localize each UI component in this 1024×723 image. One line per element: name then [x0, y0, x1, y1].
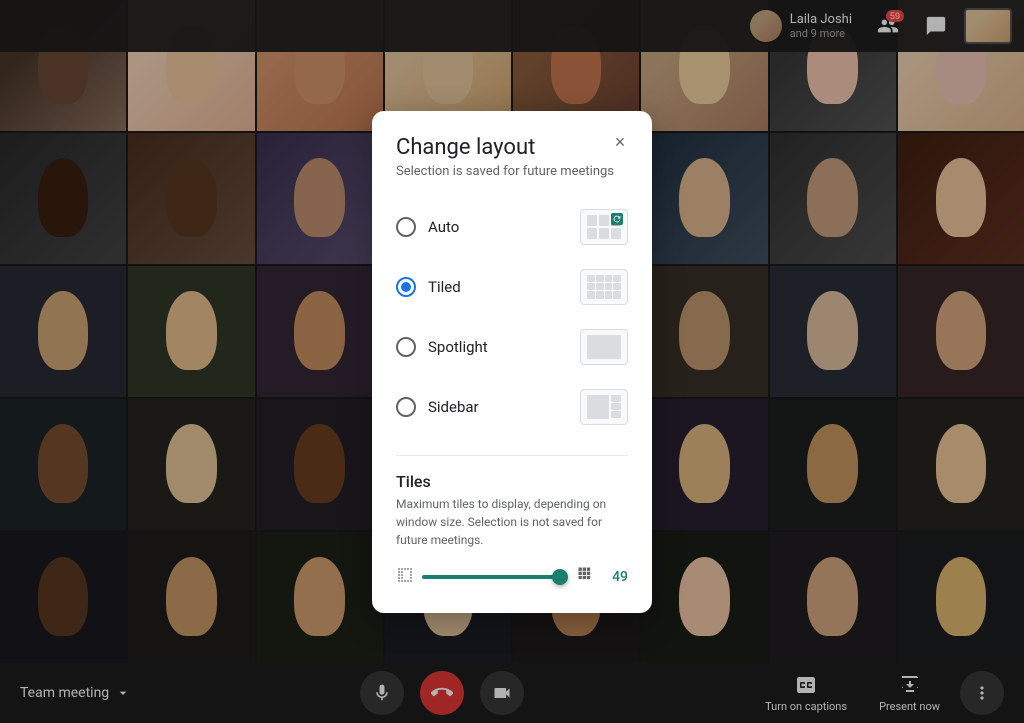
layout-label-tiled: Tiled: [428, 278, 461, 296]
radio-sidebar[interactable]: [396, 397, 416, 417]
change-layout-modal: Change layout Selection is saved for fut…: [372, 111, 652, 613]
radio-spotlight[interactable]: [396, 337, 416, 357]
tiles-value: 49: [604, 569, 628, 585]
layout-label-sidebar: Sidebar: [428, 398, 479, 416]
layout-option-sidebar[interactable]: Sidebar: [396, 379, 628, 435]
slider-row: 49: [396, 565, 628, 589]
layout-label-auto: Auto: [428, 218, 459, 236]
layout-option-spotlight[interactable]: Spotlight: [396, 319, 628, 375]
modal-subtitle: Selection is saved for future meetings: [396, 164, 628, 179]
radio-tiled[interactable]: [396, 277, 416, 297]
slider-max-icon: [576, 565, 596, 589]
layout-icon-tiled: [580, 269, 628, 305]
tiles-slider[interactable]: [422, 567, 568, 587]
layout-icon-sidebar: [580, 389, 628, 425]
modal-overlay: Change layout Selection is saved for fut…: [0, 0, 1024, 723]
layout-options: Auto: [396, 199, 628, 435]
tiles-section: Tiles Maximum tiles to display, dependin…: [396, 455, 628, 589]
modal-title: Change layout: [396, 135, 628, 160]
layout-icon-auto: [580, 209, 628, 245]
tiles-title: Tiles: [396, 472, 628, 491]
layout-option-auto[interactable]: Auto: [396, 199, 628, 255]
slider-min-icon: [396, 566, 414, 588]
tiles-desc: Maximum tiles to display, depending on w…: [396, 495, 628, 549]
radio-inner-tiled: [401, 282, 411, 292]
layout-label-spotlight: Spotlight: [428, 338, 488, 356]
radio-auto[interactable]: [396, 217, 416, 237]
layout-icon-spotlight: [580, 329, 628, 365]
close-button[interactable]: ×: [604, 127, 636, 159]
layout-option-tiled[interactable]: Tiled: [396, 259, 628, 315]
